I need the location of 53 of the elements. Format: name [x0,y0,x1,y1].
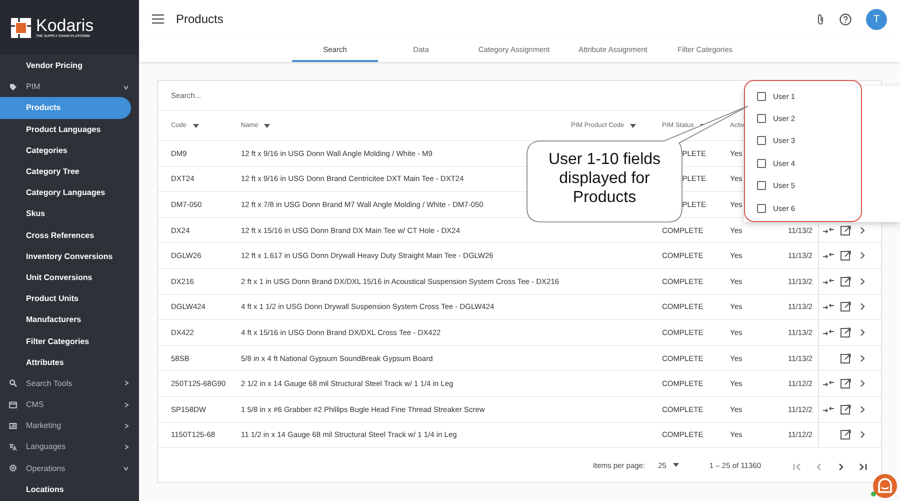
sidebar-item[interactable]: Categories [0,140,131,161]
window-icon [9,400,17,409]
open-in-new-icon[interactable] [840,378,851,390]
search-icon [9,379,17,388]
sidebar-item[interactable]: Inventory Conversions [0,246,131,267]
sidebar-item[interactable]: Product Languages [0,118,131,140]
sidebar-group[interactable]: PIM [0,76,139,98]
sort-arrow-icon[interactable] [264,124,270,128]
sidebar-item[interactable]: Attributes [0,352,131,373]
menu-icon[interactable] [152,14,164,24]
sort-arrow-icon[interactable] [192,124,199,128]
previous-page-icon[interactable] [814,462,824,472]
open-in-new-icon[interactable] [840,404,851,415]
sidebar-item[interactable]: Vendor Pricing [0,55,131,76]
sidebar-item[interactable]: Category Languages [0,182,131,204]
sidebar-item[interactable]: Manufacturers [0,309,131,330]
dropdown-arrow-icon[interactable] [673,463,680,468]
arrows-icon[interactable] [823,404,834,415]
open-in-new-icon[interactable] [840,276,851,287]
sidebar-item[interactable]: Locations [0,478,131,500]
logo-icon [10,16,32,38]
gear-icon [9,464,17,472]
page-title: Products [176,12,224,26]
sidebar-item[interactable]: Category Tree [0,160,131,182]
tag-icon [9,82,17,91]
help-icon[interactable] [839,12,852,26]
last-page-icon[interactable] [858,462,868,472]
sidebar-item[interactable]: Filter Categories [0,330,131,352]
sidebar-item[interactable]: Cross References [0,224,131,246]
sidebar-item[interactable]: Unit Conversions [0,266,131,288]
arrows-icon[interactable] [823,224,834,236]
open-in-new-icon[interactable] [840,429,851,440]
translate-icon [9,442,17,451]
arrows-icon[interactable] [823,326,834,338]
open-in-new-icon[interactable] [840,352,851,364]
callout-text: User 1-10 fields displayed for Products [547,150,662,207]
sidebar-group[interactable]: Operations [0,458,139,479]
open-in-new-icon[interactable] [840,301,851,312]
sort-arrow-icon[interactable] [630,124,636,128]
sidebar-group[interactable]: Languages [0,436,139,458]
id-card-icon [9,422,17,430]
sidebar-group[interactable]: CMS [0,394,139,416]
sidebar-group[interactable]: Marketing [0,415,139,436]
open-in-new-icon[interactable] [840,326,851,338]
open-in-new-icon[interactable] [840,224,851,236]
logo-name: Kodaris [36,17,94,34]
open-in-new-icon[interactable] [840,250,851,262]
sidebar-item[interactable]: Product Units [0,288,131,310]
first-page-icon[interactable] [792,462,802,472]
sidebar-group[interactable]: Search Tools [0,372,139,394]
next-page-icon[interactable] [836,462,846,472]
sidebar-item[interactable]: Skus [0,203,131,224]
arrows-icon[interactable] [823,276,834,287]
